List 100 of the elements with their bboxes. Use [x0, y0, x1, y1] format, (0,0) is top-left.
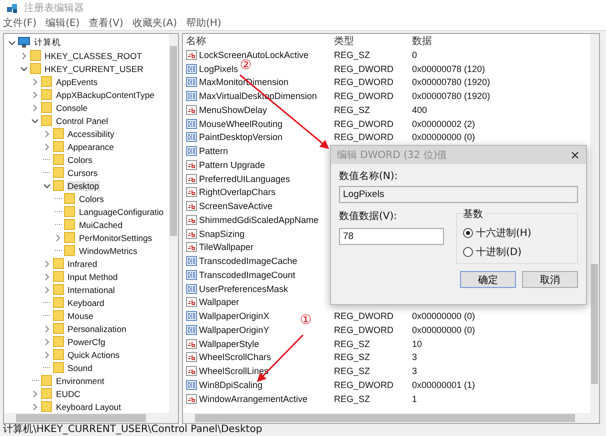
ok-button[interactable]: 确定	[460, 271, 516, 288]
expand-chevron-icon[interactable]	[42, 260, 50, 268]
expand-chevron-icon[interactable]	[20, 52, 28, 60]
menu-item[interactable]: 查看(V)	[88, 16, 124, 30]
radio-label[interactable]: 十六进制(H)	[476, 226, 532, 240]
value-name[interactable]: SnapSizing	[199, 228, 245, 239]
value-data: 0x00000000 (0)	[412, 324, 476, 335]
value-name[interactable]: WheelScrollChars	[199, 352, 272, 362]
value-name[interactable]: UserPreferencesMask	[199, 284, 288, 294]
value-name[interactable]: Wallpaper	[199, 297, 240, 308]
value-name[interactable]: LogPixels	[199, 64, 238, 74]
radio-button[interactable]	[463, 228, 473, 238]
expand-chevron-icon[interactable]	[42, 286, 50, 294]
tree-item[interactable]: Colors	[66, 154, 94, 164]
value-name[interactable]: WallpaperStyle	[199, 338, 260, 349]
expand-chevron-icon[interactable]	[42, 338, 50, 346]
tree-item[interactable]: Quick Actions	[66, 350, 121, 360]
tree-item[interactable]: Keyboard	[66, 298, 106, 308]
value-name[interactable]: MenuShowDelay	[199, 104, 268, 115]
value-name[interactable]: TranscodedImageCache	[199, 256, 298, 266]
value-name[interactable]: RightOverlapChars	[199, 187, 276, 198]
value-name[interactable]: TileWallpaper	[199, 242, 254, 252]
expand-chevron-icon[interactable]	[42, 272, 50, 280]
value-name-field[interactable]: LogPixels	[339, 186, 578, 203]
tree-item[interactable]: Accessibility	[66, 128, 116, 138]
tree-item[interactable]: 计算机	[33, 36, 62, 48]
expand-chevron-icon[interactable]	[42, 350, 50, 358]
value-name[interactable]: WindowArrangementActive	[199, 394, 308, 404]
radio-button[interactable]	[463, 247, 473, 257]
collapse-chevron-icon[interactable]	[42, 182, 50, 190]
tree-item[interactable]: Sound	[66, 362, 94, 372]
menu-item[interactable]: 编辑(E)	[46, 16, 80, 30]
tree-item[interactable]: WindowMetrics	[78, 246, 138, 256]
value-name[interactable]: WallpaperOriginX	[199, 311, 270, 322]
column-header[interactable]: 数据	[412, 34, 590, 48]
tree-item[interactable]: Environment	[55, 376, 106, 386]
tree-item[interactable]: Desktop	[66, 180, 100, 190]
collapse-chevron-icon[interactable]	[8, 38, 16, 46]
binary-value-icon	[186, 64, 197, 74]
value-name[interactable]: MouseWheelRouting	[199, 118, 283, 129]
tree-item[interactable]: Input Method	[66, 272, 119, 282]
expand-chevron-icon[interactable]	[31, 90, 39, 98]
value-name[interactable]: LockScreenAutoLockActive	[199, 50, 309, 60]
column-header[interactable]: 类型	[334, 34, 412, 48]
value-name[interactable]: PaintDesktopVersion	[199, 132, 283, 142]
cancel-button[interactable]: 取消	[522, 271, 578, 288]
value-name[interactable]: ScreenSaveActive	[199, 201, 273, 212]
tree-item[interactable]: Personalization	[66, 324, 128, 334]
annotation-number: ②	[240, 59, 252, 72]
collapse-chevron-icon[interactable]	[31, 116, 39, 124]
expand-chevron-icon[interactable]	[42, 130, 50, 138]
value-name[interactable]: WallpaperOriginY	[199, 324, 270, 335]
folder-icon	[41, 102, 52, 113]
value-data-field[interactable]: 78	[339, 228, 444, 245]
tree-item[interactable]: MuiCached	[78, 220, 124, 230]
expand-chevron-icon[interactable]	[31, 402, 39, 410]
tree-item[interactable]: HKEY_CURRENT_USER	[44, 64, 144, 74]
value-name[interactable]: Pattern	[199, 146, 228, 156]
tree-item[interactable]: Colors	[78, 194, 105, 204]
vertical-scrollbar[interactable]	[590, 34, 599, 413]
value-data: 0x00000000 (0)	[412, 311, 476, 322]
tree-item[interactable]: HKEY_CLASSES_ROOT	[44, 50, 143, 60]
menu-item[interactable]: 文件(F)	[3, 16, 37, 30]
tree-item[interactable]: International	[66, 284, 116, 294]
expand-chevron-icon[interactable]	[31, 104, 39, 112]
menu-item[interactable]: 帮助(H)	[186, 16, 222, 30]
menu-item[interactable]: 收藏夹(A)	[132, 16, 177, 30]
expand-chevron-icon[interactable]	[42, 142, 50, 150]
tree-item[interactable]: Cursors	[66, 168, 99, 178]
value-name[interactable]: Pattern Upgrade	[199, 160, 266, 170]
string-value-icon	[186, 366, 197, 376]
expand-chevron-icon[interactable]	[42, 324, 50, 332]
horizontal-scrollbar[interactable]	[183, 413, 599, 423]
value-name[interactable]: PreferredUILanguages	[199, 174, 290, 184]
collapse-chevron-icon[interactable]	[20, 64, 28, 72]
tree-item[interactable]: Infrared	[66, 258, 98, 268]
horizontal-scrollbar[interactable]	[4, 413, 178, 423]
value-name[interactable]: Win8DpiScaling	[199, 380, 263, 390]
column-header[interactable]: 名称	[183, 34, 334, 48]
tree-item[interactable]: AppEvents	[55, 76, 99, 86]
tree-item[interactable]: PowerCfg	[66, 336, 106, 346]
tree-item[interactable]: Control Panel	[55, 116, 110, 126]
tree-item[interactable]: Keyboard Layout	[55, 402, 122, 412]
tree-item[interactable]: Console	[55, 102, 89, 112]
expand-chevron-icon[interactable]	[31, 78, 39, 86]
tree-item[interactable]: Mouse	[66, 310, 94, 320]
tree-item[interactable]: LanguageConfiguratio	[78, 206, 165, 216]
value-name[interactable]: ShimmedGdiScaledAppName	[199, 214, 319, 225]
close-button[interactable]: ×	[570, 148, 580, 162]
radio-label[interactable]: 十进制(D)	[476, 245, 522, 259]
folder-icon	[41, 401, 52, 412]
tree-item[interactable]: PerMonitorSettings	[78, 232, 154, 242]
vertical-scrollbar[interactable]	[169, 34, 178, 413]
tree-item[interactable]: AppXBackupContentType	[55, 90, 156, 100]
expand-chevron-icon[interactable]	[54, 234, 62, 242]
tree-item[interactable]: EUDC	[55, 388, 82, 398]
value-name[interactable]: TranscodedImageCount	[199, 270, 296, 280]
tree-item[interactable]: Appearance	[66, 142, 115, 152]
expand-chevron-icon[interactable]	[31, 390, 39, 398]
registry-cubes-icon	[6, 2, 19, 14]
